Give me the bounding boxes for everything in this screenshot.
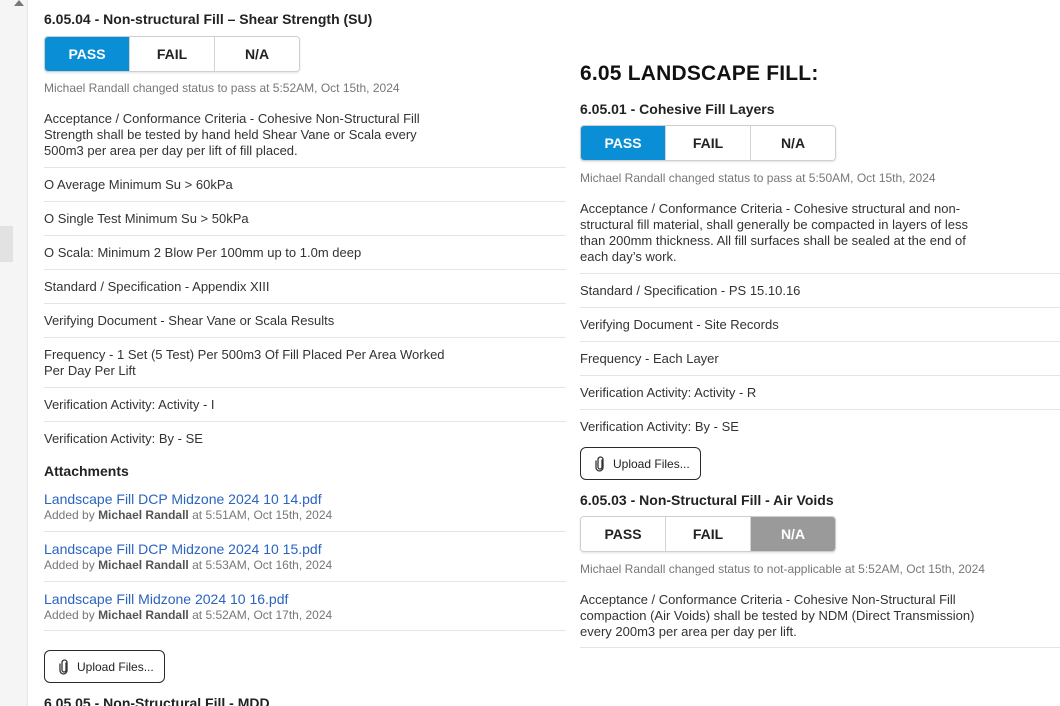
acceptance-criteria: Acceptance / Conformance Criteria - Cohe… [44, 111, 420, 158]
criteria-row: O Average Minimum Su > 60kPa [44, 167, 566, 201]
acceptance-criteria: Acceptance / Conformance Criteria - Cohe… [580, 592, 975, 639]
criteria-rows: Standard / Specification - PS 15.10.16 V… [580, 273, 1060, 443]
criteria-rows: O Average Minimum Su > 60kPa O Single Te… [44, 167, 566, 455]
fail-button[interactable]: FAIL [666, 517, 751, 551]
criteria-row: Frequency - 1 Set (5 Test) Per 500m3 Of … [44, 337, 566, 387]
status-toggle-6-05-01: PASS FAIL N/A [580, 125, 836, 161]
status-history: Michael Randall changed status to pass a… [580, 171, 936, 185]
criteria-row: Verification Activity: By - SE [580, 409, 1060, 443]
upload-files-label: Upload Files... [613, 456, 690, 471]
scroll-up-arrow-icon[interactable] [14, 0, 24, 6]
pass-button[interactable]: PASS [45, 37, 130, 71]
criteria-row: Verifying Document - Site Records [580, 307, 1060, 341]
status-toggle-6-05-04: PASS FAIL N/A [44, 36, 300, 72]
gutter-marker [0, 226, 13, 262]
attachment-item: Landscape Fill DCP Midzone 2024 10 14.pd… [44, 482, 566, 531]
attachment-link[interactable]: Landscape Fill DCP Midzone 2024 10 14.pd… [44, 490, 566, 508]
na-button[interactable]: N/A [215, 37, 299, 71]
attachment-link[interactable]: Landscape Fill Midzone 2024 10 16.pdf [44, 590, 566, 608]
divider [44, 630, 566, 631]
upload-files-button[interactable]: Upload Files... [580, 447, 701, 480]
item-title-6-05-05: 6.05.05 - Non-Structural Fill - MDD [44, 695, 270, 706]
criteria-row: Verification Activity: Activity - R [580, 375, 1060, 409]
upload-files-button[interactable]: Upload Files... [44, 650, 165, 683]
attachment-meta: Added by Michael Randall at 5:51AM, Oct … [44, 508, 333, 522]
criteria-row: O Scala: Minimum 2 Blow Per 100mm up to … [44, 235, 566, 269]
paperclip-icon [59, 658, 68, 675]
item-title-6-05-01: 6.05.01 - Cohesive Fill Layers [580, 101, 775, 117]
attachment-meta: Added by Michael Randall at 5:52AM, Oct … [44, 608, 333, 622]
fail-button[interactable]: FAIL [130, 37, 215, 71]
attachment-link[interactable]: Landscape Fill DCP Midzone 2024 10 15.pd… [44, 540, 566, 558]
criteria-row: O Single Test Minimum Su > 50kPa [44, 201, 566, 235]
attachments-list: Landscape Fill DCP Midzone 2024 10 14.pd… [44, 482, 566, 631]
status-toggle-6-05-03: PASS FAIL N/A [580, 516, 836, 552]
attachment-item: Landscape Fill DCP Midzone 2024 10 15.pd… [44, 531, 566, 581]
status-history: Michael Randall changed status to pass a… [44, 81, 400, 95]
pass-button[interactable]: PASS [581, 517, 666, 551]
left-gutter [0, 0, 28, 706]
attachment-meta: Added by Michael Randall at 5:53AM, Oct … [44, 558, 333, 572]
na-button[interactable]: N/A [751, 517, 835, 551]
upload-files-label: Upload Files... [77, 659, 154, 674]
attachment-item: Landscape Fill Midzone 2024 10 16.pdf Ad… [44, 581, 566, 631]
criteria-row: Verifying Document - Shear Vane or Scala… [44, 303, 566, 337]
item-title-6-05-03: 6.05.03 - Non-Structural Fill - Air Void… [580, 492, 834, 508]
pass-button[interactable]: PASS [581, 126, 666, 160]
paperclip-icon [595, 455, 604, 472]
criteria-row: Standard / Specification - PS 15.10.16 [580, 273, 1060, 307]
status-history: Michael Randall changed status to not-ap… [580, 562, 985, 576]
item-title-6-05-04: 6.05.04 - Non-structural Fill – Shear St… [44, 11, 373, 27]
section-title: 6.05 LANDSCAPE FILL: [580, 62, 819, 85]
divider [580, 647, 1060, 648]
fail-button[interactable]: FAIL [666, 126, 751, 160]
criteria-row: Frequency - Each Layer [580, 341, 1060, 375]
na-button[interactable]: N/A [751, 126, 835, 160]
criteria-row: Verification Activity: By - SE [44, 421, 566, 455]
acceptance-criteria: Acceptance / Conformance Criteria - Cohe… [580, 201, 969, 264]
criteria-row: Verification Activity: Activity - I [44, 387, 566, 421]
criteria-row: Standard / Specification - Appendix XIII [44, 269, 566, 303]
attachments-heading: Attachments [44, 463, 129, 479]
